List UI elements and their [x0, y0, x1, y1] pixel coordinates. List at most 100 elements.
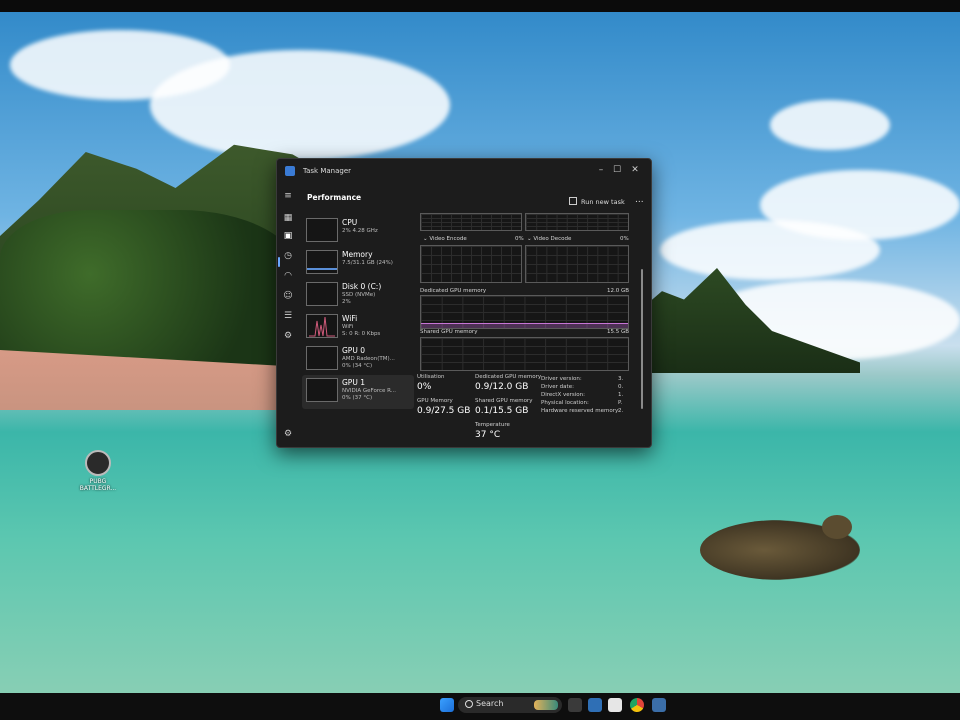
perf-item-sub: 7.5/31.1 GB (24%)	[342, 260, 393, 266]
processes-icon[interactable]: ▦	[283, 213, 293, 223]
cloud	[150, 50, 450, 160]
utilisation-label: Utilisation	[417, 374, 445, 380]
widgets-icon[interactable]	[568, 698, 582, 712]
detail-value: 2.	[618, 408, 624, 414]
more-options-button[interactable]: ...	[635, 195, 644, 205]
dedicated-memory-value: 0.9/12.0 GB	[475, 382, 529, 392]
pubg-icon	[85, 450, 111, 476]
performance-icon[interactable]: ▣	[283, 231, 293, 241]
chrome-icon[interactable]	[630, 698, 644, 712]
task-manager-icon[interactable]	[652, 698, 666, 712]
dedicated-memory-fill	[421, 323, 628, 328]
file-explorer-icon[interactable]	[588, 698, 602, 712]
run-new-task-button[interactable]: Run new task	[569, 197, 625, 206]
dedicated-memory-graph	[420, 295, 629, 329]
perf-item-gpu-0[interactable]: GPU 0 AMD Radeon(TM)... 0% (34 °C)	[302, 343, 414, 377]
detail-label: Physical location:	[541, 400, 589, 406]
wifi-thumbnail-spikes	[309, 316, 335, 337]
active-indicator	[278, 257, 280, 267]
calendar-icon[interactable]	[608, 698, 622, 712]
gpu-memory-value: 0.9/27.5 GB	[417, 406, 471, 416]
side-navigation: ≡ ▦ ▣ ◷ ◠ ☺ ☰ ⚙ ⚙	[277, 185, 299, 447]
perf-item-disk[interactable]: Disk 0 (C:) SSD (NVMe) 2%	[302, 279, 414, 313]
search-label: Search	[476, 699, 504, 708]
video-encode-graph	[420, 245, 522, 283]
detail-value: 1.	[618, 392, 624, 398]
run-task-icon	[569, 197, 577, 205]
shared-memory-value: 0.1/15.5 GB	[475, 406, 529, 416]
close-button[interactable]: ✕	[627, 165, 643, 175]
video-encode-value: 0%	[515, 236, 524, 242]
search-highlight-icon	[534, 700, 558, 710]
sea-turtle-head	[822, 515, 852, 539]
detail-value: 3.	[618, 376, 624, 382]
perf-item-gpu-1[interactable]: GPU 1 NVIDIA GeForce R... 0% (37 °C)	[302, 375, 414, 409]
perf-item-sub: 2% 4.28 GHz	[342, 228, 378, 234]
hamburger-icon[interactable]: ≡	[283, 191, 293, 201]
perf-item-name: WiFi	[342, 314, 358, 323]
shared-graph-max: 15.5 GB	[607, 329, 630, 335]
detail-label: Hardware reserved memory:	[541, 408, 620, 414]
gpu1-thumbnail	[306, 378, 338, 402]
settings-icon[interactable]: ⚙	[283, 429, 293, 439]
dedicated-graph-label: Dedicated GPU memory	[420, 288, 487, 294]
perf-item-sub: 2%	[342, 299, 351, 305]
perf-item-name: Memory	[342, 250, 373, 259]
detail-value: 0.	[618, 384, 624, 390]
graph-partial	[420, 213, 522, 231]
monitor-bezel	[0, 0, 960, 12]
run-new-task-label: Run new task	[581, 198, 625, 206]
shared-graph-label: Shared GPU memory	[420, 329, 478, 335]
perf-item-name: GPU 1	[342, 378, 365, 387]
scrollbar[interactable]	[641, 269, 643, 409]
memory-thumbnail	[306, 250, 338, 274]
video-encode-label: ⌄ Video Encode	[423, 236, 467, 242]
dedicated-memory-label: Dedicated GPU memory	[475, 374, 542, 380]
perf-item-cpu[interactable]: CPU 2% 4.28 GHz	[302, 215, 414, 249]
temperature-label: Temperature	[475, 422, 510, 428]
perf-item-wifi[interactable]: WiFi WiFi S: 0 R: 0 Kbps	[302, 311, 414, 345]
search-box[interactable]: Search	[458, 697, 562, 713]
perf-item-sub: SSD (NVMe)	[342, 292, 376, 298]
cpu-thumbnail	[306, 218, 338, 242]
startup-apps-icon[interactable]: ◠	[283, 271, 293, 281]
wifi-thumbnail	[306, 314, 338, 338]
video-decode-label: ⌄ Video Decode	[527, 236, 572, 242]
jungle	[0, 210, 300, 370]
dedicated-graph-max: 12.0 GB	[607, 288, 630, 294]
details-icon[interactable]: ☰	[283, 311, 293, 321]
perf-item-sub: NVIDIA GeForce R...	[342, 388, 397, 394]
users-icon[interactable]: ☺	[283, 291, 293, 301]
shared-memory-label: Shared GPU memory	[475, 398, 533, 404]
detail-label: Driver version:	[541, 376, 582, 382]
graph-partial	[525, 213, 629, 231]
perf-item-sub: S: 0 R: 0 Kbps	[342, 331, 381, 337]
maximize-button[interactable]: ☐	[609, 165, 625, 175]
detail-value: P.	[618, 400, 623, 406]
task-manager-window[interactable]: Task Manager – ☐ ✕ ≡ ▦ ▣ ◷ ◠ ☺ ☰ ⚙ ⚙ Per…	[276, 158, 652, 448]
detail-label: DirectX version:	[541, 392, 585, 398]
minimize-button[interactable]: –	[593, 165, 609, 175]
taskbar: Search	[0, 693, 960, 720]
perf-item-sub: WiFi	[342, 324, 354, 330]
cloud	[770, 100, 890, 150]
video-decode-graph	[525, 245, 629, 283]
services-icon[interactable]: ⚙	[283, 331, 293, 341]
perf-item-sub: 0% (37 °C)	[342, 395, 373, 401]
perf-item-memory[interactable]: Memory 7.5/31.1 GB (24%)	[302, 247, 414, 281]
desktop-icon-label: PUBG BATTLEGR...	[79, 478, 117, 492]
perf-item-sub: AMD Radeon(TM)...	[342, 356, 395, 362]
gpu-memory-label: GPU Memory	[417, 398, 453, 404]
temperature-value: 37 °C	[475, 430, 501, 440]
app-history-icon[interactable]: ◷	[283, 251, 293, 261]
desktop-icon-pubg[interactable]: PUBG BATTLEGR...	[78, 450, 118, 492]
search-icon	[465, 700, 473, 708]
cloud	[660, 220, 880, 280]
perf-item-name: Disk 0 (C:)	[342, 282, 382, 291]
window-title: Task Manager	[303, 167, 352, 175]
page-title: Performance	[307, 193, 362, 202]
utilisation-value: 0%	[417, 382, 432, 392]
start-icon[interactable]	[440, 698, 454, 712]
perf-item-name: GPU 0	[342, 346, 365, 355]
title-bar[interactable]: Task Manager – ☐ ✕	[277, 159, 651, 185]
